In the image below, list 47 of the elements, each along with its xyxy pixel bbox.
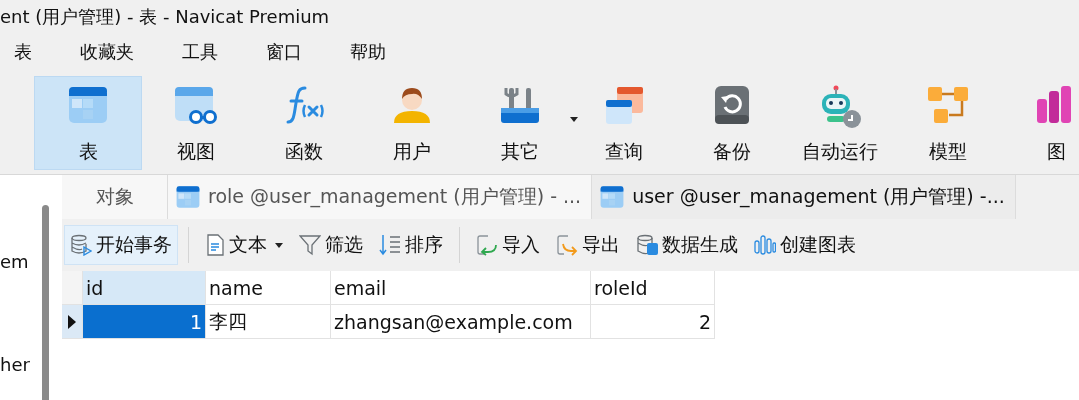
- tab[interactable]: user @user_management (用户管理) -...: [592, 175, 1016, 219]
- export-icon: [556, 234, 578, 256]
- toolbar-button[interactable]: 开始事务: [64, 225, 178, 265]
- table-icon: [176, 185, 200, 209]
- table-cell[interactable]: 1: [83, 305, 206, 339]
- toolbar-button[interactable]: 备份: [678, 76, 786, 170]
- tree-item[interactable]: her: [0, 354, 30, 375]
- toolbar-button[interactable]: 排序: [373, 225, 449, 265]
- table-cell[interactable]: 李四: [206, 305, 331, 339]
- table-cell[interactable]: zhangsan@example.com: [331, 305, 591, 339]
- toolbar-button[interactable]: 数据生成: [630, 225, 744, 265]
- toolbar-button[interactable]: 函数: [250, 76, 358, 170]
- sort-icon: [379, 234, 401, 256]
- filter-icon: [299, 234, 321, 256]
- tab[interactable]: 对象: [62, 175, 168, 219]
- toolbar-button[interactable]: 表: [34, 76, 142, 170]
- scrollbar[interactable]: [42, 205, 49, 400]
- menu-item[interactable]: 窗口: [266, 40, 302, 64]
- toolbar-button[interactable]: 导入: [470, 225, 546, 265]
- row-indicator[interactable]: [62, 305, 83, 339]
- toolbar-button[interactable]: 模型: [894, 76, 1002, 170]
- import-icon: [476, 234, 498, 256]
- bar-chart-icon: [754, 234, 776, 256]
- toolbar-button[interactable]: 用户: [358, 76, 466, 170]
- column-header[interactable]: name: [206, 271, 331, 305]
- column-header[interactable]: id: [83, 271, 206, 305]
- menu-item[interactable]: 收藏夹: [80, 40, 134, 64]
- database-icon: [636, 234, 658, 256]
- column-header[interactable]: email: [331, 271, 591, 305]
- database-play-icon: [70, 234, 92, 256]
- document-icon: [205, 234, 225, 256]
- toolbar-button[interactable]: 图: [1002, 76, 1079, 170]
- toolbar-button[interactable]: 创建图表: [748, 225, 862, 265]
- toolbar-button[interactable]: 自动运行: [786, 76, 894, 170]
- tab[interactable]: role @user_management (用户管理) - ...: [168, 175, 593, 219]
- menu-item[interactable]: 工具: [182, 40, 218, 64]
- menu-item[interactable]: 表: [14, 40, 32, 64]
- column-header[interactable]: roleId: [591, 271, 715, 305]
- toolbar-button[interactable]: 视图: [142, 76, 250, 170]
- table-cell[interactable]: 2: [591, 305, 715, 339]
- table-icon: [600, 185, 625, 209]
- toolbar-button[interactable]: 筛选: [293, 225, 369, 265]
- toolbar-button[interactable]: 导出: [550, 225, 626, 265]
- tree-item[interactable]: em: [0, 251, 30, 272]
- toolbar-button[interactable]: 文本: [199, 225, 289, 265]
- menu-item[interactable]: 帮助: [350, 40, 386, 64]
- window-title: ent (用户管理) - 表 - Navicat Premium: [0, 6, 330, 28]
